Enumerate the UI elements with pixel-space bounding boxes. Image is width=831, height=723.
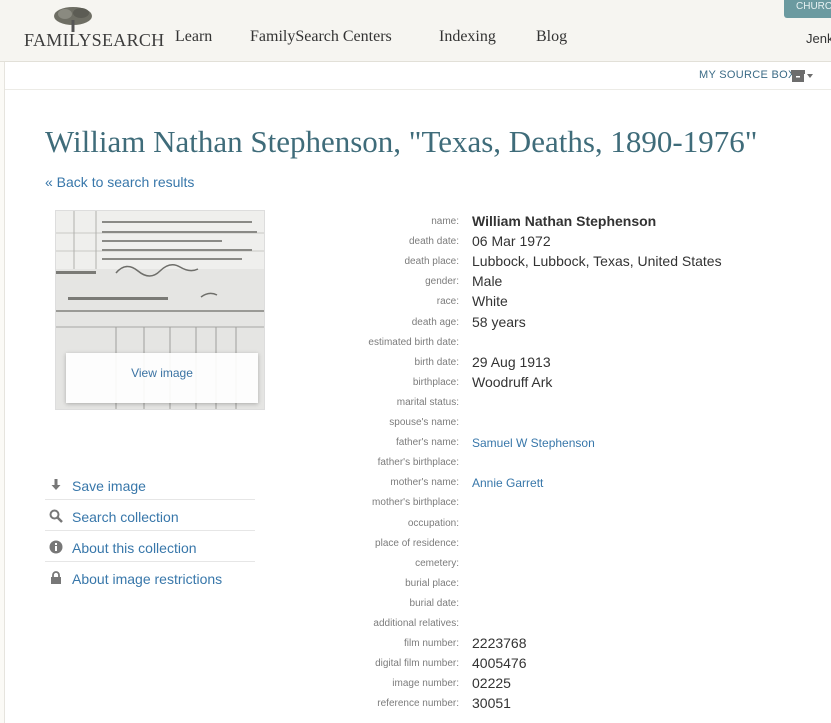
field-label: film number: [403,638,459,650]
field-label: cemetery: [415,557,459,569]
tree-icon [54,7,92,32]
field-row: marital status: [5,393,831,413]
field-row: father's birthplace: [5,453,831,473]
field-row: mother's birthplace: [5,493,831,513]
field-label: birth date: [414,356,459,368]
field-row: cemetery: [5,554,831,574]
field-value: 4005476 [472,655,527,672]
field-label: additional relatives: [373,618,459,629]
page-title: William Nathan Stephenson, "Texas, Death… [45,124,758,159]
field-label: race: [436,296,459,308]
field-value: Woodruff Ark [472,373,553,390]
field-label: mother's name: [390,477,459,489]
field-row: name: William Nathan Stephenson [5,212,831,232]
field-row: place of residence: [5,534,831,554]
field-label: name: [431,216,459,227]
field-row: gender: Male [5,272,831,292]
field-label: burial date: [409,597,459,609]
field-row: race: White [5,292,831,312]
field-value: 2223768 [472,635,527,652]
field-row: mother's name: Annie Garrett [5,473,831,493]
source-box-bar: MY SOURCE BOX [5,62,831,90]
logo-text: FamilySearch [24,30,165,50]
field-row: burial place: [5,574,831,594]
field-label: death place: [404,256,460,268]
field-value: White [472,293,508,310]
field-label: occupation: [407,517,459,529]
my-source-box-link[interactable]: MY SOURCE BOX [699,69,796,81]
field-label: mother's birthplace: [372,497,459,509]
field-value: 29 Aug 1913 [472,353,551,370]
field-value-link[interactable]: Annie Garrett [472,476,543,490]
field-row: death date: 06 Mar 1972 [5,232,831,252]
field-value: Lubbock, Lubbock, Texas, United States [472,253,722,270]
top-navigation: FamilySearch Learn FamilySearch Centers … [0,0,831,62]
field-label: estimated birth date: [368,336,459,348]
field-label: marital status: [396,396,459,408]
field-label: father's name: [395,437,459,449]
field-value: William Nathan Stephenson [472,213,657,229]
user-menu[interactable]: Jenk [806,31,831,46]
field-label: burial place: [405,577,459,589]
field-label: death age: [411,316,459,328]
field-label: father's birthplace: [377,457,459,469]
field-value: 06 Mar 1972 [472,233,551,250]
nav-familysearch-centers[interactable]: FamilySearch Centers [250,28,392,46]
field-row: birth date: 29 Aug 1913 [5,353,831,373]
field-row: reference number: 30051 [5,694,831,714]
field-value: 30051 [472,695,511,712]
field-row: father's name: Samuel W Stephenson [5,433,831,453]
field-row: death place: Lubbock, Lubbock, Texas, Uni… [5,252,831,272]
field-row: digital film number: 4005476 [5,654,831,674]
field-value: Male [472,273,503,290]
field-row: birthplace: Woodruff Ark [5,373,831,393]
field-row: occupation: [5,514,831,534]
record-panel: MY SOURCE BOX William Nathan Stephenson,… [4,62,831,723]
field-label: reference number: [377,698,459,710]
nav-learn[interactable]: Learn [175,28,212,46]
nav-indexing[interactable]: Indexing [439,28,496,46]
field-value-link[interactable]: Samuel W Stephenson [472,436,595,450]
church-tab[interactable]: CHURC [784,0,831,18]
field-value: 02225 [472,675,511,692]
familysearch-logo[interactable]: FamilySearch [24,6,164,54]
source-box-icon[interactable] [791,69,815,83]
field-value: 58 years [472,313,526,330]
nav-blog[interactable]: Blog [536,28,567,46]
field-row: image number: 02225 [5,674,831,694]
back-to-search-link[interactable]: « Back to search results [45,174,194,190]
field-label: spouse's name: [389,417,459,428]
field-label: gender: [425,276,459,288]
field-label: image number: [392,678,459,690]
field-label: death date: [408,236,459,248]
field-row: death age: 58 years [5,313,831,333]
field-label: place of residence: [375,537,459,549]
field-row: spouse's name: [5,413,831,433]
field-label: digital film number: [375,658,459,670]
field-label: birthplace: [412,376,459,388]
field-row: estimated birth date: [5,333,831,353]
field-row: additional relatives: [5,614,831,634]
field-row: burial date: [5,594,831,614]
field-row: film number: 2223768 [5,634,831,654]
